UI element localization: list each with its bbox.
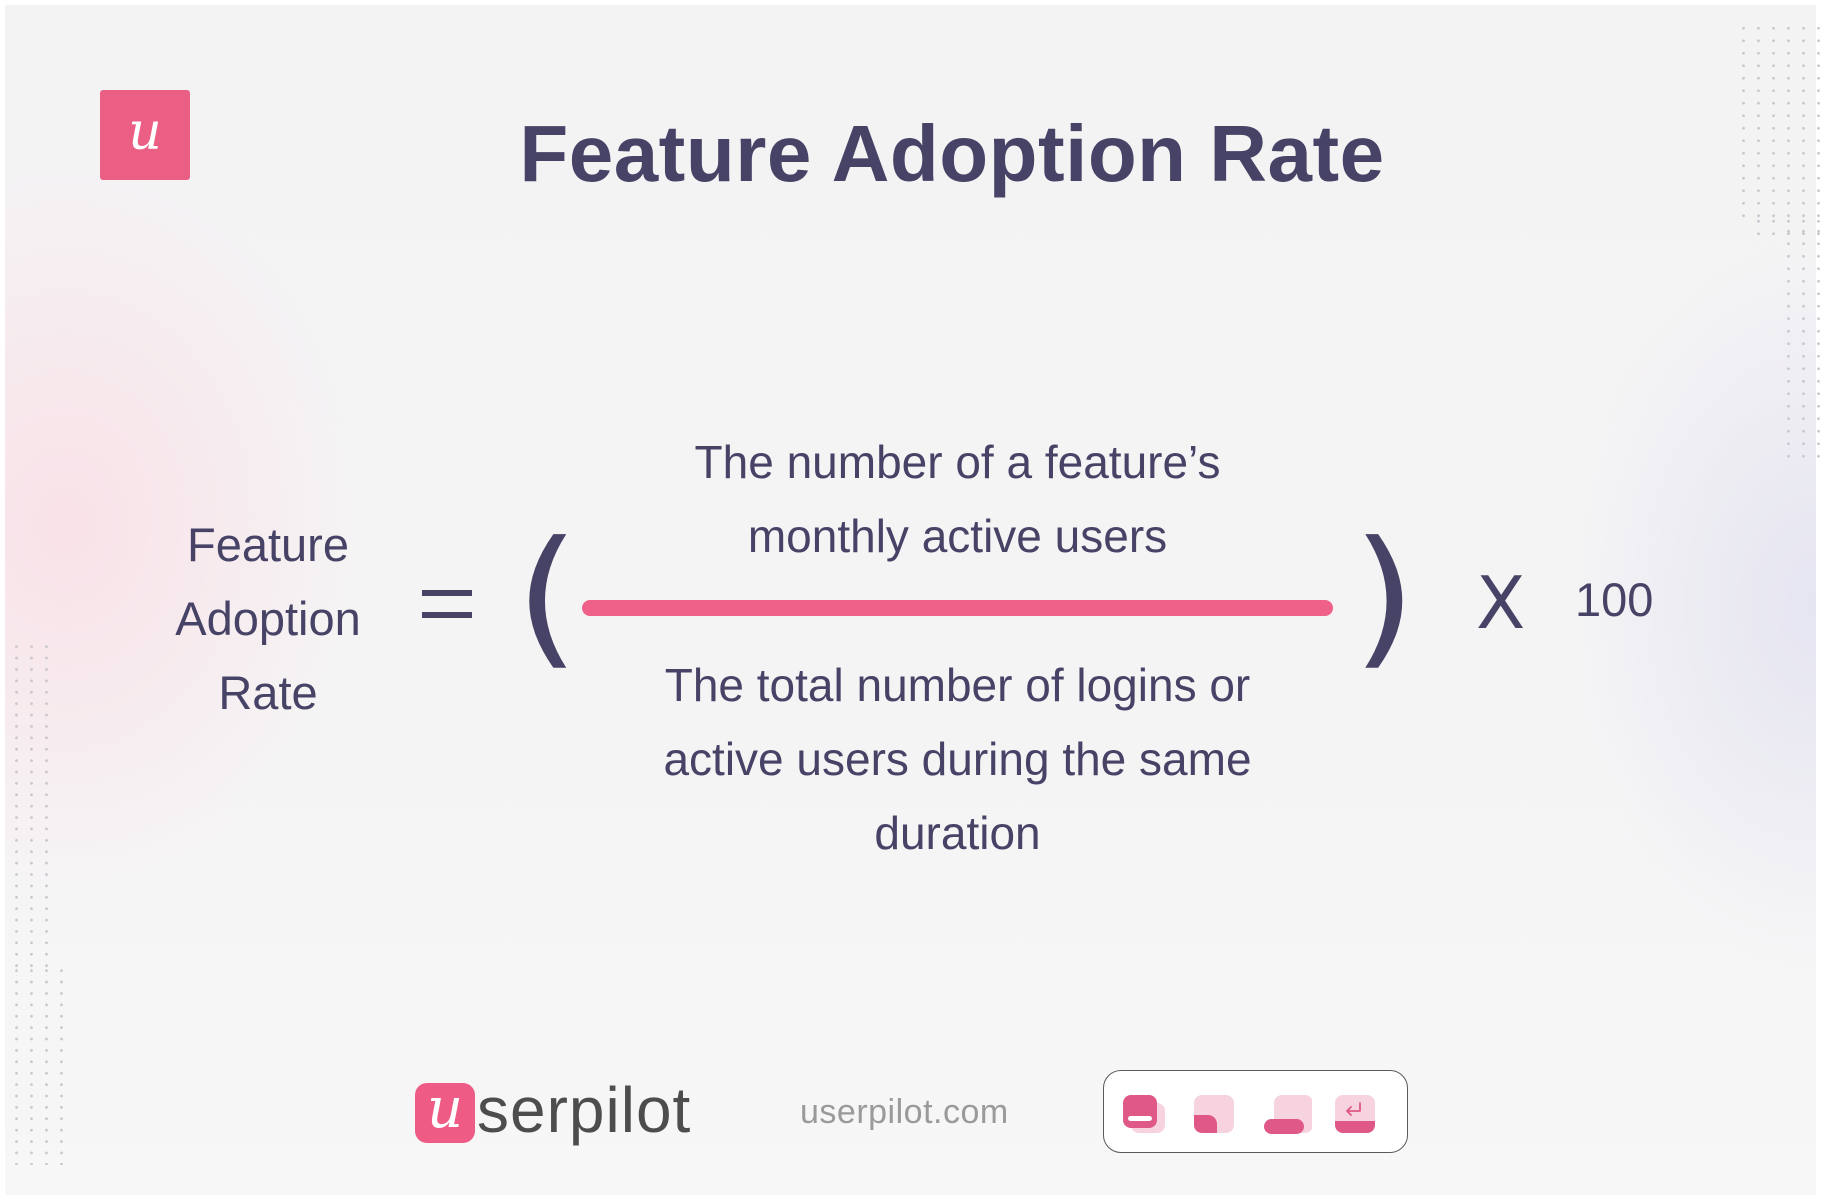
equals-bar-top: [422, 590, 472, 596]
lhs-line: Rate: [218, 666, 318, 719]
fraction-numerator: The number of a feature’s monthly active…: [582, 425, 1333, 573]
feature-icons-panel: [1103, 1070, 1408, 1153]
dot-pattern-right-low: [1781, 225, 1824, 465]
lhs-line: Feature: [187, 518, 349, 571]
formula-lhs: Feature Adoption Rate: [140, 508, 396, 730]
equals-sign: [422, 590, 472, 620]
userpilot-wordmark: u serpilot: [415, 1074, 692, 1148]
slideout-icon: [1192, 1071, 1242, 1152]
lhs-line: Adoption: [175, 592, 361, 645]
multiplier-value: 100: [1575, 573, 1654, 626]
modal-icon: [1121, 1071, 1171, 1152]
brand-name: serpilot: [477, 1074, 692, 1146]
denominator-line: duration: [874, 807, 1041, 859]
brand-mark-icon: u: [415, 1076, 475, 1143]
brand-mark-letter: u: [426, 1076, 464, 1141]
close-parenthesis: ): [1352, 510, 1417, 684]
denominator-line: active users during the same: [663, 733, 1252, 785]
dot-pattern-left-top: [9, 641, 54, 976]
multiply-sign: X: [1476, 561, 1526, 645]
numerator-line: monthly active users: [747, 510, 1168, 562]
open-parenthesis: (: [515, 510, 580, 684]
equals-bar-bottom: [422, 612, 472, 618]
fraction-bar: [582, 600, 1333, 616]
page-title: Feature Adoption Rate: [519, 109, 1385, 198]
website-link[interactable]: userpilot.com: [800, 1093, 1009, 1132]
fraction-denominator: The total number of logins or active use…: [582, 648, 1333, 870]
banner-icon: [1262, 1071, 1312, 1152]
dot-pattern-left-low: [9, 965, 69, 1165]
denominator-line: The total number of logins or: [664, 659, 1251, 711]
enter-key-icon: [1333, 1071, 1383, 1152]
numerator-line: The number of a feature’s: [694, 436, 1221, 488]
